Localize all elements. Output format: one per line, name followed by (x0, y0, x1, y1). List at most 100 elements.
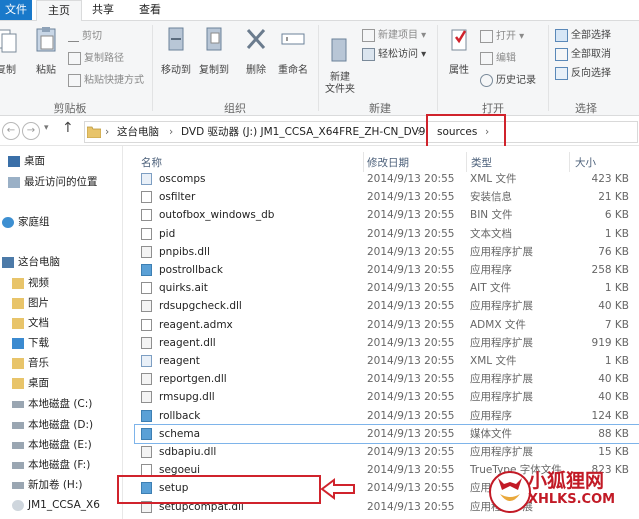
column-header-date[interactable]: 修改日期 (367, 155, 409, 170)
copy-to-label: 复制到 (199, 65, 229, 76)
delete-button[interactable]: 删除 (240, 25, 272, 76)
file-name: postrollback (159, 264, 223, 276)
new-item-icon (362, 28, 375, 42)
nav-item-documents[interactable]: 文档 (12, 314, 49, 332)
file-name: sdbapiu.dll (159, 446, 217, 458)
new-item-button[interactable]: 新建项目 ▾ (362, 28, 426, 44)
rename-icon (281, 33, 305, 45)
new-folder-button[interactable]: 新建 文件夹 (322, 25, 358, 107)
easy-access-button[interactable]: 轻松访问 ▾ (362, 47, 426, 63)
file-icon (141, 209, 152, 222)
file-row[interactable]: pnpibs.dll 2014/9/13 20:55 应用程序扩展 76 KB (135, 243, 639, 261)
nav-item-music[interactable]: 音乐 (12, 354, 49, 372)
nav-item-label: 本地磁盘 (C:) (28, 398, 93, 410)
edit-button[interactable]: 编辑 (480, 51, 516, 67)
nav-item-desktop[interactable]: 桌面 (8, 152, 45, 170)
file-row[interactable]: quirks.ait 2014/9/13 20:55 AIT 文件 1 KB (135, 279, 639, 297)
file-date: 2014/9/13 20:55 (367, 409, 455, 422)
folder-icon (12, 377, 24, 389)
edit-icon (480, 51, 493, 65)
file-name: rmsupg.dll (159, 391, 215, 404)
column-divider[interactable] (569, 152, 570, 172)
file-row[interactable]: oscomps 2014/9/13 20:55 XML 文件 423 KB (135, 170, 639, 188)
cut-button[interactable]: 剪切 (68, 29, 102, 45)
nav-item-drive-h[interactable]: 新加卷 (H:) (12, 476, 82, 494)
properties-icon (451, 29, 467, 51)
app-icon (141, 409, 152, 422)
forward-button[interactable]: → (22, 122, 40, 140)
nav-item-videos[interactable]: 视频 (12, 274, 49, 292)
ribbon-divider (318, 25, 319, 111)
paste-button[interactable]: 粘贴 (32, 25, 60, 76)
column-divider[interactable] (363, 152, 364, 172)
file-type: 应用程序扩展 (470, 391, 533, 404)
file-row[interactable]: postrollback 2014/9/13 20:55 应用程序 258 KB (135, 261, 639, 279)
file-row[interactable]: reagent.admx 2014/9/13 20:55 ADMX 文件 7 KB (135, 316, 639, 334)
select-group-label: 选择 (575, 102, 597, 115)
tab-share[interactable]: 共享 (85, 0, 121, 20)
copy-path-button[interactable]: 复制路径 (68, 51, 124, 67)
rename-button[interactable]: 重命名 (275, 25, 311, 76)
recent-icon (8, 176, 20, 188)
select-all-button[interactable]: 全部选择 (555, 28, 611, 44)
recent-locations-icon[interactable]: ▾ (44, 123, 49, 133)
back-button[interactable]: ← (2, 122, 20, 140)
select-none-button[interactable]: 全部取消 (555, 47, 611, 63)
file-row[interactable]: pid 2014/9/13 20:55 文本文档 1 KB (135, 225, 639, 243)
properties-button[interactable]: 属性 (442, 25, 476, 76)
copy-button[interactable]: 复制 (0, 25, 18, 76)
paste-icon (36, 27, 56, 52)
file-size: 6 KB (604, 209, 629, 222)
file-row[interactable]: rdsupgcheck.dll 2014/9/13 20:55 应用程序扩展 40 K… (135, 297, 639, 315)
nav-item-drive-e[interactable]: 本地磁盘 (E:) (12, 436, 92, 454)
column-header-size[interactable]: 大小 (575, 155, 596, 170)
nav-item-pictures[interactable]: 图片 (12, 294, 49, 312)
crumb-dvd-drive[interactable]: DVD 驱动器 (J:) JM1_CCSA_X64FRE_ZH-CN_DV9 (181, 122, 425, 142)
file-size: 423 KB (591, 173, 629, 185)
nav-item-this-pc[interactable]: 这台电脑 (2, 253, 60, 271)
crumb-this-pc[interactable]: 这台电脑 (117, 122, 159, 142)
file-row[interactable]: reagent 2014/9/13 20:55 XML 文件 1 KB (135, 352, 639, 370)
up-arrow-icon[interactable]: ↑ (62, 120, 74, 136)
nav-item-drive-c[interactable]: 本地磁盘 (C:) (12, 395, 92, 413)
open-label: 打开 (496, 31, 516, 42)
tab-home[interactable]: 主页 (36, 0, 82, 22)
file-size: 88 KB (598, 427, 629, 440)
nav-item-downloads[interactable]: 下载 (12, 334, 49, 352)
copy-to-button[interactable]: 复制到 (196, 25, 232, 76)
nav-item-drive-d[interactable]: 本地磁盘 (D:) (12, 416, 93, 434)
column-divider[interactable] (466, 152, 467, 172)
select-none-icon (555, 47, 568, 61)
file-row[interactable]: reagent.dll 2014/9/13 20:55 应用程序扩展 919 KB (135, 334, 639, 352)
nav-item-recent[interactable]: 最近访问的位置 (8, 173, 98, 191)
file-row[interactable]: outofbox_windows_db 2014/9/13 20:55 BIN 文件… (135, 206, 639, 224)
file-row[interactable]: rmsupg.dll 2014/9/13 20:55 应用程序扩展 40 KB (135, 388, 639, 406)
invert-selection-button[interactable]: 反向选择 (555, 66, 611, 82)
file-row[interactable]: schema 2014/9/13 20:55 媒体文件 88 KB (134, 423, 639, 444)
tab-view[interactable]: 查看 (132, 0, 168, 20)
file-row[interactable]: reportgen.dll 2014/9/13 20:55 应用程序扩展 40 KB (135, 370, 639, 388)
tab-file[interactable]: 文件 (0, 0, 32, 20)
nav-item-homegroup[interactable]: 家庭组 (2, 213, 50, 231)
file-row[interactable]: osfilter 2014/9/13 20:55 安装信息 21 KB (135, 188, 639, 206)
file-type: 应用程序扩展 (470, 245, 533, 258)
new-group-label: 新建 (369, 102, 391, 115)
folder-icon (12, 297, 24, 309)
column-header-type[interactable]: 类型 (471, 155, 492, 170)
edit-label: 编辑 (496, 53, 516, 64)
move-to-button[interactable]: 移动到 (158, 25, 194, 76)
drive-icon (12, 400, 24, 408)
file-date: 2014/9/13 20:55 (367, 427, 455, 440)
text-file-icon (141, 227, 152, 240)
file-date: 2014/9/13 20:55 (367, 209, 455, 222)
file-row[interactable]: rollback 2014/9/13 20:55 应用程序 124 KB (135, 407, 639, 425)
history-button[interactable]: 历史记录 (480, 73, 536, 89)
column-header-name[interactable]: 名称 (141, 155, 162, 170)
nav-item-desktop-folder[interactable]: 桌面 (12, 374, 49, 392)
properties-label: 属性 (449, 65, 469, 76)
paste-shortcut-button[interactable]: 粘贴快捷方式 (68, 73, 144, 89)
nav-item-dvd-drive[interactable]: JM1_CCSA_X6 (12, 496, 100, 514)
nav-item-drive-f[interactable]: 本地磁盘 (F:) (12, 456, 90, 474)
breadcrumb[interactable]: › 这台电脑 › DVD 驱动器 (J:) JM1_CCSA_X64FRE_ZH… (84, 121, 638, 143)
open-button[interactable]: 打开 ▾ (480, 29, 524, 45)
